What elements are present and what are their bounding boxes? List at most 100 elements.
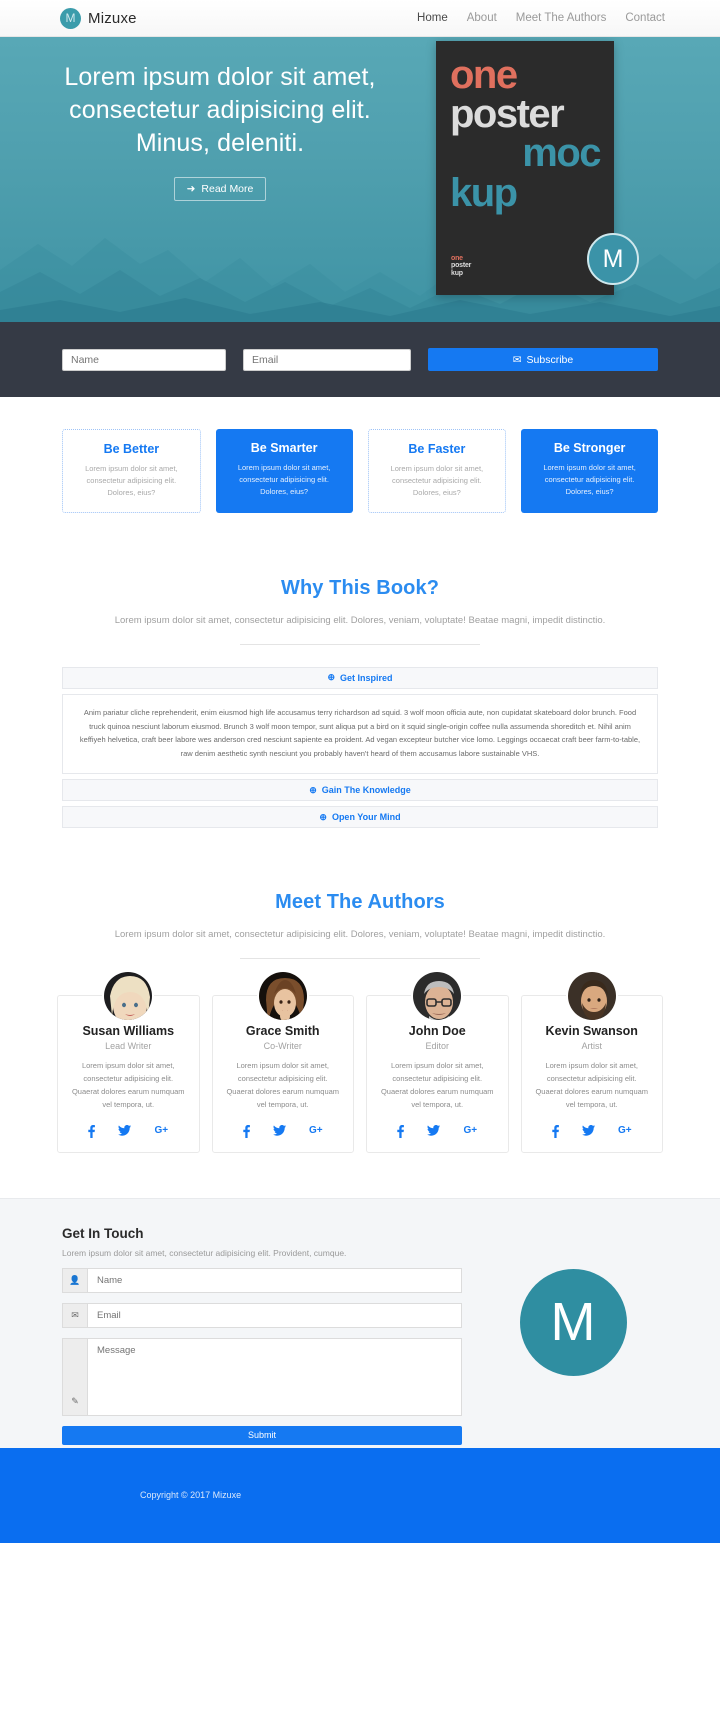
feature-card-be-smarter[interactable]: Be Smarter Lorem ipsum dolor sit amet, c…: [215, 429, 353, 513]
feature-card-be-faster[interactable]: Be Faster Lorem ipsum dolor sit amet, co…: [367, 429, 507, 513]
contact-message-field: ✎: [62, 1337, 462, 1416]
twitter-icon[interactable]: [118, 1125, 132, 1141]
author-bio: Lorem ipsum dolor sit amet, consectetur …: [535, 1060, 649, 1110]
why-subtext: Lorem ipsum dolor sit amet, consectetur …: [114, 615, 606, 626]
hero-copy: Lorem ipsum dolor sit amet, consectetur …: [55, 37, 385, 322]
hero-poster-wrap: one poster moc kup one poster kup M: [385, 37, 665, 322]
why-header: Why This Book? Lorem ipsum dolor sit ame…: [62, 577, 658, 645]
plus-circle-icon: ⊕: [309, 784, 317, 795]
author-bio: Lorem ipsum dolor sit amet, consectetur …: [380, 1060, 494, 1110]
why-section: Why This Book? Lorem ipsum dolor sit ame…: [0, 513, 720, 829]
author-role: Editor: [425, 1040, 449, 1051]
authors-heading: Meet The Authors: [275, 891, 445, 914]
footer: Copyright © 2017 Mizuxe: [0, 1447, 720, 1543]
subscribe-button-label: Subscribe: [526, 353, 574, 366]
author-socials: G+: [224, 1125, 343, 1141]
nav-link-meet-the-authors[interactable]: Meet The Authors: [516, 12, 607, 24]
poster-mark-poster: poster: [451, 262, 472, 270]
accordion: ⊕ Get Inspired Anim pariatur cliche repr…: [62, 666, 658, 829]
accordion-header-get-inspired[interactable]: ⊕ Get Inspired: [62, 666, 658, 689]
older-man-glasses-avatar: [411, 969, 464, 1022]
poster-line-moc: moc: [522, 131, 601, 176]
author-name: Grace Smith: [245, 1023, 320, 1038]
contact-form: Get In Touch Lorem ipsum dolor sit amet,…: [62, 1226, 462, 1445]
contact-logo-area: M: [488, 1226, 658, 1419]
google-plus-icon[interactable]: G+: [154, 1125, 168, 1141]
poster-mark-one: one: [451, 254, 463, 262]
facebook-icon[interactable]: [552, 1125, 559, 1141]
contact-section: Get In Touch Lorem ipsum dolor sit amet,…: [0, 1197, 720, 1448]
read-more-button[interactable]: ➜ Read More: [173, 177, 267, 201]
hero-title: Lorem ipsum dolor sit amet, consectetur …: [64, 63, 376, 157]
author-socials: G+: [378, 1125, 497, 1141]
subscribe-button[interactable]: ✉ Subscribe: [428, 348, 658, 371]
read-more-label: Read More: [201, 183, 254, 195]
author-name: John Doe: [408, 1023, 466, 1038]
brand[interactable]: M Mizuxe: [60, 7, 137, 29]
author-bio: Lorem ipsum dolor sit amet, consectetur …: [226, 1060, 340, 1110]
copyright-text: Copyright © 2017 Mizuxe: [140, 1490, 242, 1501]
author-name: Susan Williams: [82, 1023, 175, 1038]
brand-name: Mizuxe: [88, 9, 137, 27]
nav-link-home[interactable]: Home: [417, 12, 448, 24]
plus-circle-icon: ⊕: [327, 672, 336, 683]
twitter-icon[interactable]: [582, 1125, 595, 1141]
feature-text: Lorem ipsum dolor sit amet, consectetur …: [85, 464, 178, 498]
feature-text: Lorem ipsum dolor sit amet, consectetur …: [543, 463, 636, 497]
author-bio: Lorem ipsum dolor sit amet, consectetur …: [71, 1060, 185, 1110]
google-plus-icon[interactable]: G+: [309, 1125, 323, 1141]
subscribe-name-input[interactable]: [62, 348, 226, 371]
feature-title: Be Better: [103, 442, 160, 456]
contact-subtext: Lorem ipsum dolor sit amet, consectetur …: [62, 1247, 347, 1258]
author-card: John Doe Editor Lorem ipsum dolor sit am…: [366, 969, 509, 1153]
contact-message-input[interactable]: [87, 1337, 462, 1416]
feature-text: Lorem ipsum dolor sit amet, consectetur …: [390, 464, 484, 498]
accordion-label: Gain The Knowledge: [321, 785, 411, 796]
brand-logo-icon: M: [60, 7, 81, 29]
nav-link-about[interactable]: About: [467, 12, 497, 24]
accordion-header-open-your-mind[interactable]: ⊕ Open Your Mind: [62, 806, 658, 829]
submit-button[interactable]: Submit: [62, 1425, 462, 1445]
authors-header: Meet The Authors Lorem ipsum dolor sit a…: [57, 891, 663, 959]
author-card: Kevin Swanson Artist Lorem ipsum dolor s…: [520, 969, 663, 1153]
poster-mockup: one poster moc kup one poster kup M: [436, 41, 639, 295]
facebook-icon[interactable]: [397, 1125, 405, 1141]
twitter-icon[interactable]: [427, 1125, 441, 1141]
twitter-icon[interactable]: [273, 1125, 286, 1141]
contact-name-input[interactable]: [87, 1267, 462, 1293]
hero-section: Lorem ipsum dolor sit amet, consectetur …: [0, 37, 720, 322]
nav-link-contact[interactable]: Contact: [625, 12, 665, 24]
envelope-open-icon: ✉: [512, 353, 522, 366]
contact-email-field: ✉: [62, 1302, 462, 1328]
authors-section: Meet The Authors Lorem ipsum dolor sit a…: [0, 833, 720, 1153]
author-grid: Susan Williams Lead Writer Lorem ipsum d…: [57, 969, 663, 1153]
author-role: Co-Writer: [263, 1040, 302, 1051]
contact-name-field: 👤: [62, 1267, 462, 1293]
accordion-panel-get-inspired: Anim pariatur cliche reprehenderit, enim…: [62, 693, 658, 775]
accordion-body-text: Anim pariatur cliche reprehenderit, enim…: [79, 707, 641, 759]
nav-links: Home About Meet The Authors Contact: [417, 12, 665, 24]
author-role: Lead Writer: [105, 1040, 152, 1051]
author-role: Artist: [581, 1040, 602, 1051]
authors-subtext: Lorem ipsum dolor sit amet, consectetur …: [114, 929, 606, 941]
subscribe-bar: ✉ Subscribe: [0, 322, 720, 397]
feature-card-be-stronger[interactable]: Be Stronger Lorem ipsum dolor sit amet, …: [521, 429, 658, 513]
author-card: Susan Williams Lead Writer Lorem ipsum d…: [57, 969, 200, 1153]
accordion-label: Open Your Mind: [331, 812, 401, 823]
author-name: Kevin Swanson: [545, 1023, 638, 1038]
accordion-label: Get Inspired: [340, 672, 393, 683]
facebook-icon[interactable]: [243, 1125, 250, 1141]
subscribe-email-input[interactable]: [243, 348, 411, 371]
facebook-icon[interactable]: [88, 1125, 96, 1141]
author-socials: G+: [533, 1125, 652, 1141]
google-plus-icon[interactable]: G+: [463, 1125, 477, 1141]
accordion-header-gain-the-knowledge[interactable]: ⊕ Gain The Knowledge: [62, 779, 658, 802]
feature-card-be-better[interactable]: Be Better Lorem ipsum dolor sit amet, co…: [62, 429, 201, 513]
blonde-woman-avatar: [102, 969, 155, 1022]
contact-email-input[interactable]: [87, 1302, 462, 1328]
divider: [240, 643, 480, 645]
user-icon: 👤: [62, 1267, 87, 1293]
google-plus-icon[interactable]: G+: [618, 1125, 632, 1141]
poster-line-one: one: [450, 53, 518, 97]
feature-cards: Be Better Lorem ipsum dolor sit amet, co…: [0, 397, 720, 513]
